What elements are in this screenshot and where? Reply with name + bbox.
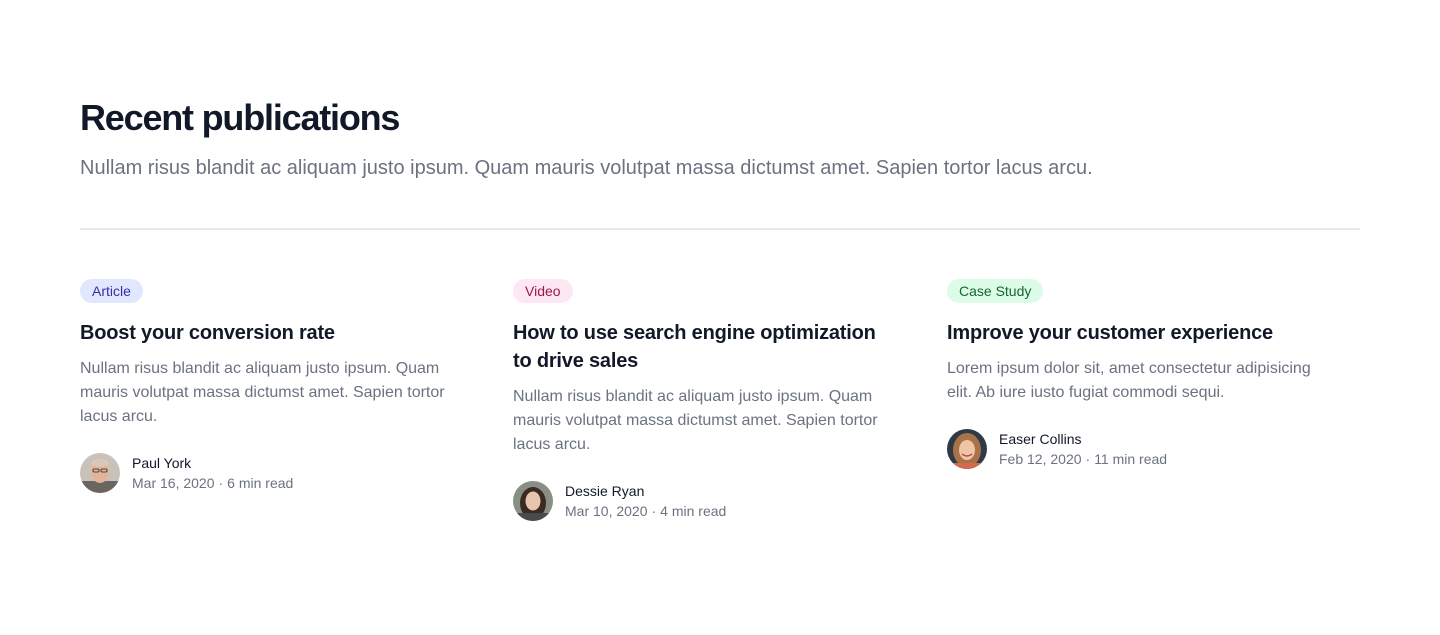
author-meta: Easer Collins Feb 12, 2020 · 11 min read bbox=[999, 429, 1167, 469]
section-divider bbox=[80, 228, 1360, 230]
category-badge[interactable]: Article bbox=[80, 279, 143, 303]
meta-separator: · bbox=[1085, 451, 1091, 467]
read-time: 6 min read bbox=[227, 475, 294, 491]
author-meta: Dessie Ryan Mar 10, 2020 · 4 min read bbox=[565, 481, 726, 521]
author-avatar[interactable] bbox=[80, 453, 120, 493]
publication-card: Video How to use search engine optimizat… bbox=[513, 279, 893, 521]
author-avatar[interactable] bbox=[947, 429, 987, 469]
read-time: 4 min read bbox=[660, 503, 727, 519]
section-title: Recent publications bbox=[80, 97, 400, 138]
publication-excerpt: Lorem ipsum dolor sit, amet consectetur … bbox=[947, 360, 1311, 401]
author-block: Easer Collins Feb 12, 2020 · 11 min read bbox=[947, 429, 1327, 469]
read-time: 11 min read bbox=[1094, 451, 1168, 467]
category-badge[interactable]: Video bbox=[513, 279, 573, 303]
author-name[interactable]: Paul York bbox=[132, 453, 293, 473]
author-name[interactable]: Easer Collins bbox=[999, 429, 1167, 449]
author-name[interactable]: Dessie Ryan bbox=[565, 481, 726, 501]
publication-title[interactable]: How to use search engine optimization to… bbox=[513, 319, 893, 375]
category-badge[interactable]: Case Study bbox=[947, 279, 1044, 303]
publication-dateline: Feb 12, 2020 · 11 min read bbox=[999, 449, 1167, 469]
author-block: Dessie Ryan Mar 10, 2020 · 4 min read bbox=[513, 481, 893, 521]
publication-dateline: Mar 16, 2020 · 6 min read bbox=[132, 473, 293, 493]
publication-title[interactable]: Improve your customer experience bbox=[947, 319, 1327, 347]
author-avatar[interactable] bbox=[513, 481, 553, 521]
publication-date: Feb 12, 2020 bbox=[999, 451, 1082, 467]
publication-title[interactable]: Boost your conversion rate bbox=[80, 319, 460, 347]
author-meta: Paul York Mar 16, 2020 · 6 min read bbox=[132, 453, 293, 493]
section-subtitle: Nullam risus blandit ac aliquam justo ip… bbox=[80, 157, 1093, 179]
publication-dateline: Mar 10, 2020 · 4 min read bbox=[565, 501, 726, 521]
meta-separator: · bbox=[651, 503, 657, 519]
publication-excerpt: Nullam risus blandit ac aliquam justo ip… bbox=[513, 388, 878, 453]
publication-excerpt: Nullam risus blandit ac aliquam justo ip… bbox=[80, 360, 445, 425]
publication-date: Mar 10, 2020 bbox=[565, 503, 648, 519]
publication-card: Case Study Improve your customer experie… bbox=[947, 279, 1327, 469]
author-block: Paul York Mar 16, 2020 · 6 min read bbox=[80, 453, 460, 493]
publication-card: Article Boost your conversion rate Nulla… bbox=[80, 279, 460, 493]
meta-separator: · bbox=[218, 475, 224, 491]
publication-date: Mar 16, 2020 bbox=[132, 475, 215, 491]
